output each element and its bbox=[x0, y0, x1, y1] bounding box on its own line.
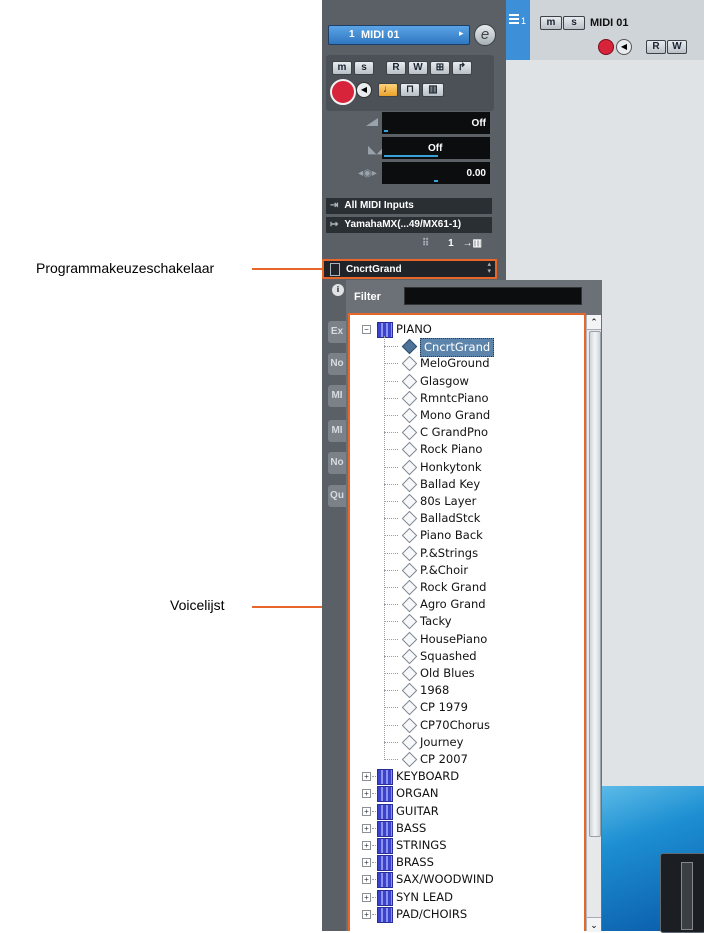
pan-field[interactable]: 0.00 bbox=[382, 162, 490, 184]
side-button-2[interactable]: No bbox=[328, 353, 346, 375]
track-selected-stripe bbox=[506, 0, 530, 60]
arrange-track-row[interactable]: 1 m s MIDI 01 ◀ R W bbox=[506, 0, 704, 60]
filter-label: Filter bbox=[354, 291, 381, 303]
transpose-icon bbox=[366, 118, 378, 126]
program-list-icon bbox=[330, 263, 340, 276]
track-type-icon bbox=[509, 14, 519, 26]
midi-output-field[interactable]: ↦ YamahaMX(...49/MX61-1) bbox=[326, 217, 492, 233]
track-name-header[interactable]: 1 MIDI 01 ▸ bbox=[328, 25, 470, 45]
widget-slider bbox=[681, 862, 693, 930]
side-button-6[interactable]: Qu bbox=[328, 485, 346, 507]
solo-button[interactable]: s bbox=[354, 61, 374, 75]
lock-icon: ⊓ bbox=[406, 84, 414, 95]
inspector-track-name: MIDI 01 bbox=[361, 29, 400, 41]
arrange-solo-button[interactable]: s bbox=[563, 16, 585, 30]
pan-bar bbox=[434, 180, 438, 182]
track-controls-panel: m s R W ⊞ ↱ ◀ ♩ ⊓ ▥ bbox=[326, 55, 494, 111]
track-arrow-icon: ▸ bbox=[459, 28, 464, 38]
program-selected-value: CncrtGrand bbox=[346, 264, 402, 275]
filter-input[interactable] bbox=[404, 287, 582, 305]
inspector-track-number: 1 bbox=[349, 29, 355, 40]
midi-channel-value: 1 bbox=[448, 238, 454, 249]
side-button-1[interactable]: Ex bbox=[328, 321, 346, 343]
velocity-value: Off bbox=[428, 143, 443, 154]
voice-list-scrollbar[interactable]: ⌃ ⌄ bbox=[586, 315, 601, 932]
pan-value: 0.00 bbox=[466, 168, 486, 179]
midi-note-button[interactable]: ♩ bbox=[378, 83, 398, 97]
callout-voice-list: Voicelijst bbox=[170, 597, 225, 613]
transpose-field[interactable]: Off bbox=[382, 112, 490, 134]
keyboard-button[interactable]: ▥ bbox=[422, 83, 444, 97]
midi-input-value: All MIDI Inputs bbox=[344, 200, 414, 211]
edit-instrument-button[interactable]: e bbox=[474, 24, 496, 46]
transpose-value: Off bbox=[471, 118, 486, 129]
arrange-write-button[interactable]: W bbox=[667, 40, 687, 54]
arrange-mute-button[interactable]: m bbox=[540, 16, 562, 30]
note-icon: ♩ bbox=[383, 84, 393, 95]
mute-button[interactable]: m bbox=[332, 61, 352, 75]
keyboard-icon: ▥ bbox=[428, 84, 438, 95]
read-button[interactable]: R bbox=[386, 61, 406, 75]
transpose-bar bbox=[384, 130, 388, 132]
arrange-record-button[interactable] bbox=[598, 39, 614, 55]
routing-button[interactable]: ↱ bbox=[452, 61, 472, 75]
callout-program-selector: Programmakeuzeschakelaar bbox=[36, 260, 215, 276]
edit-channel-button[interactable]: ⊞ bbox=[430, 61, 450, 75]
side-button-4[interactable]: MI bbox=[328, 420, 346, 442]
write-button[interactable]: W bbox=[408, 61, 428, 75]
output-icon: ↦ bbox=[330, 219, 339, 230]
desktop-widget bbox=[660, 853, 704, 933]
scroll-thumb[interactable] bbox=[589, 331, 601, 837]
velocity-bar bbox=[384, 155, 438, 157]
grid-icon: ⊞ bbox=[435, 62, 445, 73]
midi-output-value: YamahaMX(...49/MX61-1) bbox=[344, 219, 462, 230]
midi-channel-row[interactable]: ⠿ 1 →▥ bbox=[422, 236, 492, 252]
voice-list-highlight bbox=[348, 313, 586, 931]
arrange-monitor-icon[interactable]: ◀ bbox=[616, 39, 632, 55]
routing-icon: ↱ bbox=[457, 62, 467, 73]
callout-line-program bbox=[252, 268, 322, 270]
monitor-button[interactable]: ◀ bbox=[356, 82, 372, 98]
record-enable-button[interactable] bbox=[330, 79, 356, 105]
program-spin-icon: ▴ ▾ bbox=[487, 261, 491, 275]
side-button-3[interactable]: MI bbox=[328, 385, 346, 407]
channel-arrow-icon: →▥ bbox=[462, 238, 482, 249]
arrange-track-number: 1 bbox=[521, 16, 527, 26]
channel-grid-icon: ⠿ bbox=[422, 238, 430, 249]
arrange-track-name[interactable]: MIDI 01 bbox=[590, 17, 629, 29]
arrange-read-button[interactable]: R bbox=[646, 40, 666, 54]
input-icon: ⇥ bbox=[330, 200, 339, 211]
midi-input-field[interactable]: ⇥ All MIDI Inputs bbox=[326, 198, 492, 214]
scroll-down-arrow-icon[interactable]: ⌄ bbox=[587, 917, 601, 932]
scroll-up-arrow-icon[interactable]: ⌃ bbox=[587, 315, 601, 330]
side-button-5[interactable]: No bbox=[328, 452, 346, 474]
pan-icon: ◂◉▸ bbox=[358, 168, 377, 179]
program-selector[interactable]: CncrtGrand ▴ ▾ bbox=[322, 259, 497, 279]
velocity-field[interactable]: Off bbox=[382, 137, 490, 159]
lock-button[interactable]: ⊓ bbox=[400, 83, 420, 97]
info-icon: i bbox=[332, 284, 344, 296]
